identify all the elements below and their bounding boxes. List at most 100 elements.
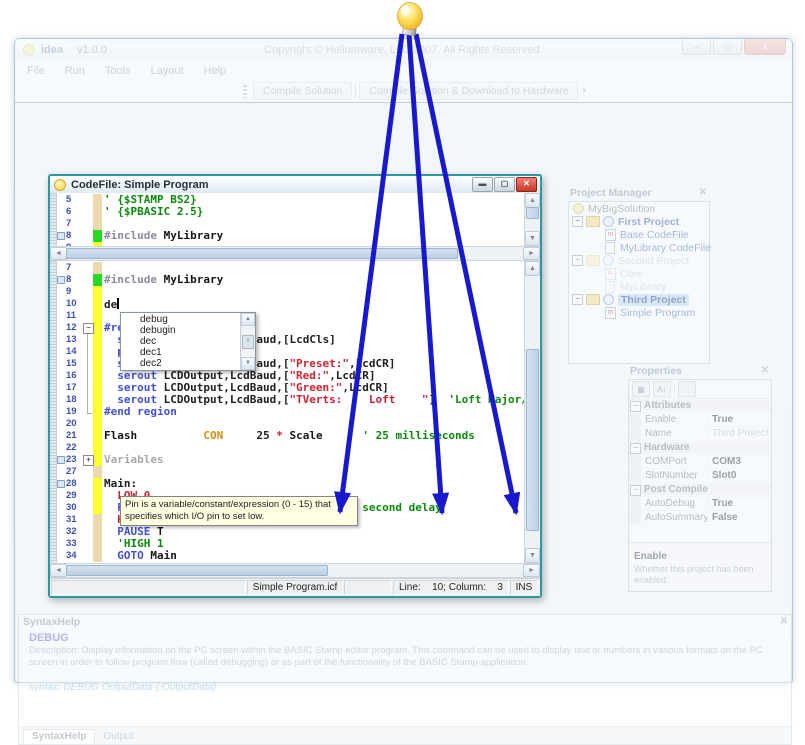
splitter-grip[interactable] — [50, 261, 57, 563]
code-line[interactable]: 5' {$STAMP BS2} — [57, 194, 524, 206]
property-row[interactable]: EnableTrue — [629, 413, 771, 427]
toolbar-button[interactable]: Compile Solution — [253, 82, 352, 100]
toolbar-button[interactable]: Compile Solution & Download to Hardware — [359, 82, 578, 100]
close-button[interactable]: X — [744, 39, 786, 55]
property-row[interactable]: COMPortCOM3 — [629, 455, 771, 469]
scrollbar-thumb[interactable]: ≡ — [242, 335, 254, 349]
scroll-up-icon[interactable]: ▲ — [241, 313, 255, 326]
collapse-icon[interactable]: − — [630, 485, 641, 496]
code-line[interactable]: 21Flash CON 25 * Scale ' 25 milliseconds — [57, 430, 524, 442]
property-category-row[interactable]: −Attributes — [629, 399, 771, 413]
autocomplete-scrollbar[interactable]: ▲ ≡ ▼ — [240, 313, 255, 370]
properties-close-icon[interactable]: ✕ — [761, 365, 769, 376]
code-line[interactable]: 10de — [57, 298, 524, 310]
code-line[interactable]: 8#include MyLibrary — [57, 274, 524, 286]
scroll-right-icon[interactable]: ► — [523, 564, 540, 577]
tree-item[interactable]: mCore — [569, 267, 709, 280]
project-manager-close-icon[interactable]: ✕ — [699, 187, 707, 198]
property-row[interactable]: AutoSummaryFalse — [629, 511, 771, 525]
project-manager-titlebar[interactable]: Project Manager ✕ — [566, 186, 710, 200]
scrollbar-thumb[interactable] — [526, 349, 539, 531]
tree-item[interactable]: −Second Project — [569, 254, 709, 267]
autocomplete-item[interactable]: debugin — [121, 325, 240, 336]
syntax-help-titlebar[interactable]: SyntaxHelp ✕ — [19, 615, 791, 629]
scroll-up-icon[interactable]: ▲ — [525, 261, 540, 276]
toolbar-grip[interactable] — [243, 85, 247, 98]
minimize-button[interactable]: – — [682, 39, 711, 55]
property-value[interactable]: Slot0 — [707, 470, 771, 481]
code-line[interactable]: 33 'HIGH 1 — [57, 538, 524, 550]
autocomplete-item[interactable]: dec — [121, 336, 240, 347]
property-row[interactable]: NameThird Project — [629, 427, 771, 441]
property-value[interactable]: COM3 — [707, 456, 771, 467]
code-line[interactable]: 8#include MyLibrary — [57, 230, 524, 242]
code-line[interactable]: 9 — [57, 286, 524, 298]
code-line[interactable]: 18 serout LCDOutput,LcdBaud,["TVerts: Lo… — [57, 394, 524, 406]
top-vertical-scrollbar[interactable]: ▲ ▼ — [524, 193, 540, 246]
scrollbar-thumb[interactable] — [526, 207, 539, 219]
tab-syntaxhelp[interactable]: SyntaxHelp — [23, 729, 95, 744]
bottom-horizontal-scrollbar[interactable]: ◄ ► — [50, 563, 540, 578]
tab-output[interactable]: Output — [95, 730, 141, 744]
autocomplete-item[interactable]: dec1 — [121, 347, 240, 358]
menu-item-file[interactable]: File — [27, 65, 45, 77]
toolbar-overflow-icon[interactable]: ▾ — [582, 86, 586, 95]
code-line[interactable]: 32 PAUSE T — [57, 526, 524, 538]
property-value[interactable]: Third Project — [707, 428, 771, 439]
property-pages-icon[interactable] — [678, 381, 696, 397]
code-line[interactable]: 7 — [57, 218, 524, 230]
code-editor-titlebar[interactable]: CodeFile: Simple Program ▬ ▢ ✕ — [50, 176, 540, 193]
code-line[interactable]: 28Main: — [57, 478, 524, 490]
scrollbar-thumb[interactable] — [66, 565, 328, 576]
property-value[interactable]: False — [707, 512, 771, 523]
expand-collapse-icon[interactable]: − — [572, 255, 583, 266]
expand-collapse-icon[interactable]: − — [572, 294, 583, 305]
tree-item[interactable]: −First Project — [569, 215, 709, 228]
property-row[interactable]: SlotNumberSlot0 — [629, 469, 771, 483]
code-line[interactable]: 20 — [57, 418, 524, 430]
scrollbar-thumb[interactable] — [66, 248, 458, 259]
tree-item[interactable]: −Third Project — [569, 293, 709, 306]
property-category-row[interactable]: −Post Compile — [629, 483, 771, 497]
tree-item[interactable]: MyLibrary CodeFile — [569, 241, 709, 254]
code-line[interactable]: 6' {$PBASIC 2.5} — [57, 206, 524, 218]
code-line[interactable]: 16 serout LCDOutput,LcdBaud,["Red:",LcdC… — [57, 370, 524, 382]
categorized-icon[interactable]: ▦ — [632, 381, 650, 397]
tree-item[interactable]: mBase CodeFile — [569, 228, 709, 241]
code-line[interactable]: 17 serout LCDOutput,LcdBaud,["Green:",Lc… — [57, 382, 524, 394]
code-line[interactable]: 22 — [57, 442, 524, 454]
property-value[interactable]: True — [707, 414, 771, 425]
property-row[interactable]: AutoDebugTrue — [629, 497, 771, 511]
menu-item-run[interactable]: Run — [65, 65, 85, 77]
bottom-vertical-scrollbar[interactable]: ▲ ▼ — [524, 261, 540, 563]
editor-minimize-button[interactable]: ▬ — [472, 177, 493, 192]
tree-item[interactable]: mSimple Program — [569, 306, 709, 319]
code-line[interactable]: 23+Variables — [57, 454, 524, 466]
main-titlebar[interactable]: idea v1.0.0 Copyright © Heliumware, LLC … — [15, 39, 792, 61]
scroll-down-icon[interactable]: ▼ — [525, 231, 540, 246]
scroll-up-icon[interactable]: ▲ — [525, 193, 540, 208]
code-line[interactable]: 7 — [57, 262, 524, 274]
autocomplete-item[interactable]: dec2 — [121, 358, 240, 369]
maximize-button[interactable]: □ — [713, 39, 742, 55]
code-pane-bottom[interactable]: 78#include MyLibrary910de1112−#region LC… — [50, 261, 540, 563]
properties-titlebar[interactable]: Properties ✕ — [626, 364, 772, 378]
menu-item-tools[interactable]: Tools — [105, 65, 131, 77]
property-value[interactable]: True — [707, 498, 771, 509]
scroll-left-icon[interactable]: ◄ — [50, 564, 67, 577]
menu-item-layout[interactable]: Layout — [151, 65, 184, 77]
editor-close-button[interactable]: ✕ — [516, 177, 537, 192]
syntax-help-close-icon[interactable]: ✕ — [780, 616, 788, 627]
scroll-down-icon[interactable]: ▼ — [525, 548, 540, 563]
tree-item[interactable]: MyBigSolution — [569, 202, 709, 215]
project-tree[interactable]: MyBigSolution−First ProjectmBase CodeFil… — [568, 201, 710, 364]
expand-collapse-icon[interactable]: − — [572, 216, 583, 227]
fold-toggle-icon[interactable]: − — [83, 323, 94, 334]
scroll-right-icon[interactable]: ► — [523, 247, 540, 260]
splitter-grip[interactable] — [50, 193, 57, 246]
code-line[interactable]: 19#end region — [57, 406, 524, 418]
property-category-row[interactable]: −Hardware — [629, 441, 771, 455]
editor-maximize-button[interactable]: ▢ — [494, 177, 515, 192]
code-line[interactable]: 27 — [57, 466, 524, 478]
scroll-left-icon[interactable]: ◄ — [50, 247, 67, 260]
